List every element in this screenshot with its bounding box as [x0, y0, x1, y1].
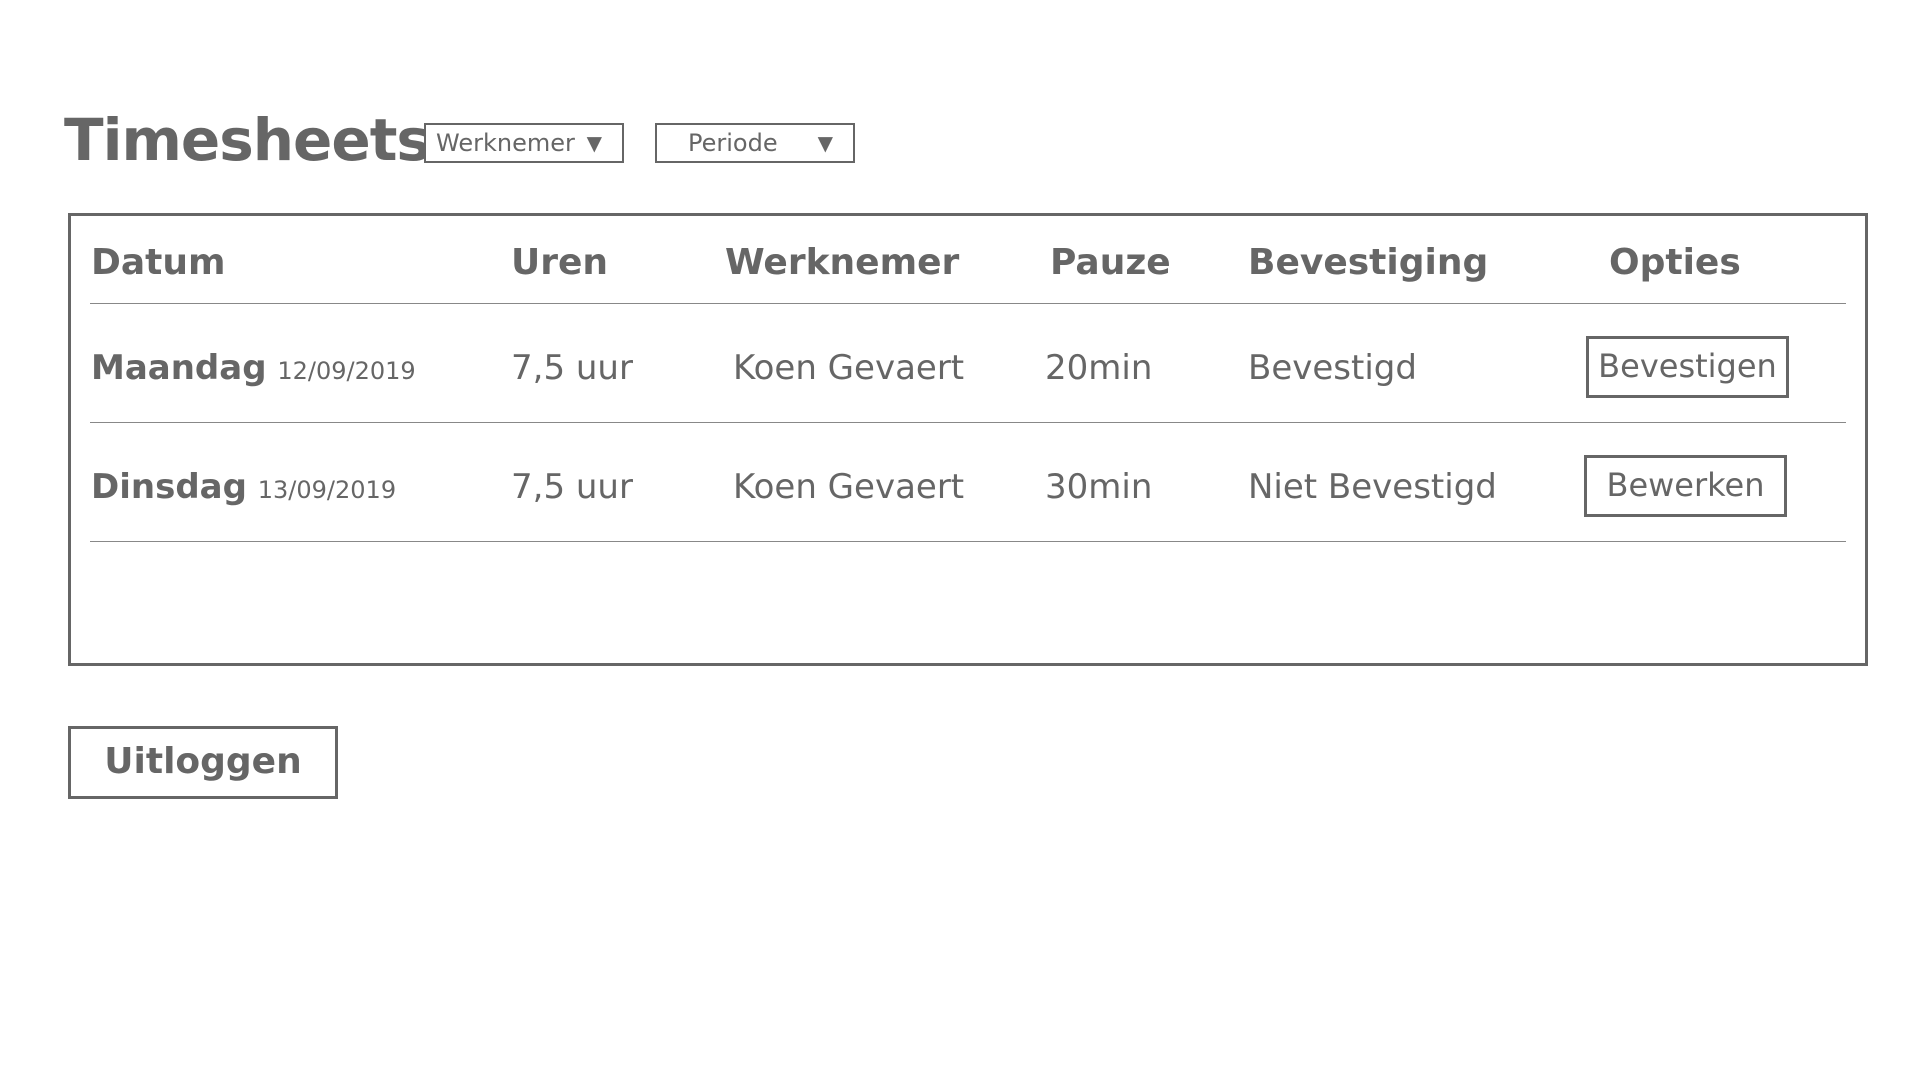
row-break: 20min	[1045, 348, 1153, 388]
chevron-down-icon: ▼	[817, 131, 833, 155]
logout-button[interactable]: Uitloggen	[68, 726, 338, 799]
row-day: Dinsdag	[91, 467, 247, 507]
edit-button[interactable]: Bewerken	[1584, 455, 1787, 517]
chevron-down-icon: ▼	[586, 131, 602, 155]
row-employee: Koen Gevaert	[733, 348, 965, 388]
row-date: 13/09/2019	[257, 476, 397, 504]
row-date-cell: Maandag 12/09/2019	[91, 344, 416, 395]
employee-filter-dropdown[interactable]: Werknemer ▼	[424, 123, 624, 163]
header-confirmation: Bevestiging	[1248, 242, 1489, 283]
header-employee: Werknemer	[725, 242, 960, 283]
row-hours: 7,5 uur	[511, 467, 633, 507]
page-title: Timesheets	[64, 106, 431, 174]
confirm-button[interactable]: Bevestigen	[1586, 336, 1789, 398]
row-employee: Koen Gevaert	[733, 467, 965, 507]
row-date: 12/09/2019	[277, 357, 416, 385]
row-status: Bevestigd	[1248, 348, 1417, 388]
employee-filter-label: Werknemer	[436, 129, 575, 157]
row-status: Niet Bevestigd	[1248, 467, 1497, 507]
row-day: Maandag	[91, 348, 267, 388]
timesheet-table: Datum Uren Werknemer Pauze Bevestiging O…	[68, 213, 1868, 666]
row-hours: 7,5 uur	[511, 348, 633, 388]
header-hours: Uren	[511, 242, 609, 283]
row-break: 30min	[1045, 467, 1153, 507]
row-divider	[90, 303, 1846, 304]
row-divider	[90, 541, 1846, 542]
header-options: Opties	[1609, 242, 1741, 283]
period-filter-label: Periode	[688, 129, 778, 157]
header-date: Datum	[91, 242, 226, 283]
row-divider	[90, 422, 1846, 423]
row-date-cell: Dinsdag 13/09/2019	[91, 463, 396, 514]
header-break: Pauze	[1050, 242, 1171, 283]
period-filter-dropdown[interactable]: Periode ▼	[655, 123, 855, 163]
